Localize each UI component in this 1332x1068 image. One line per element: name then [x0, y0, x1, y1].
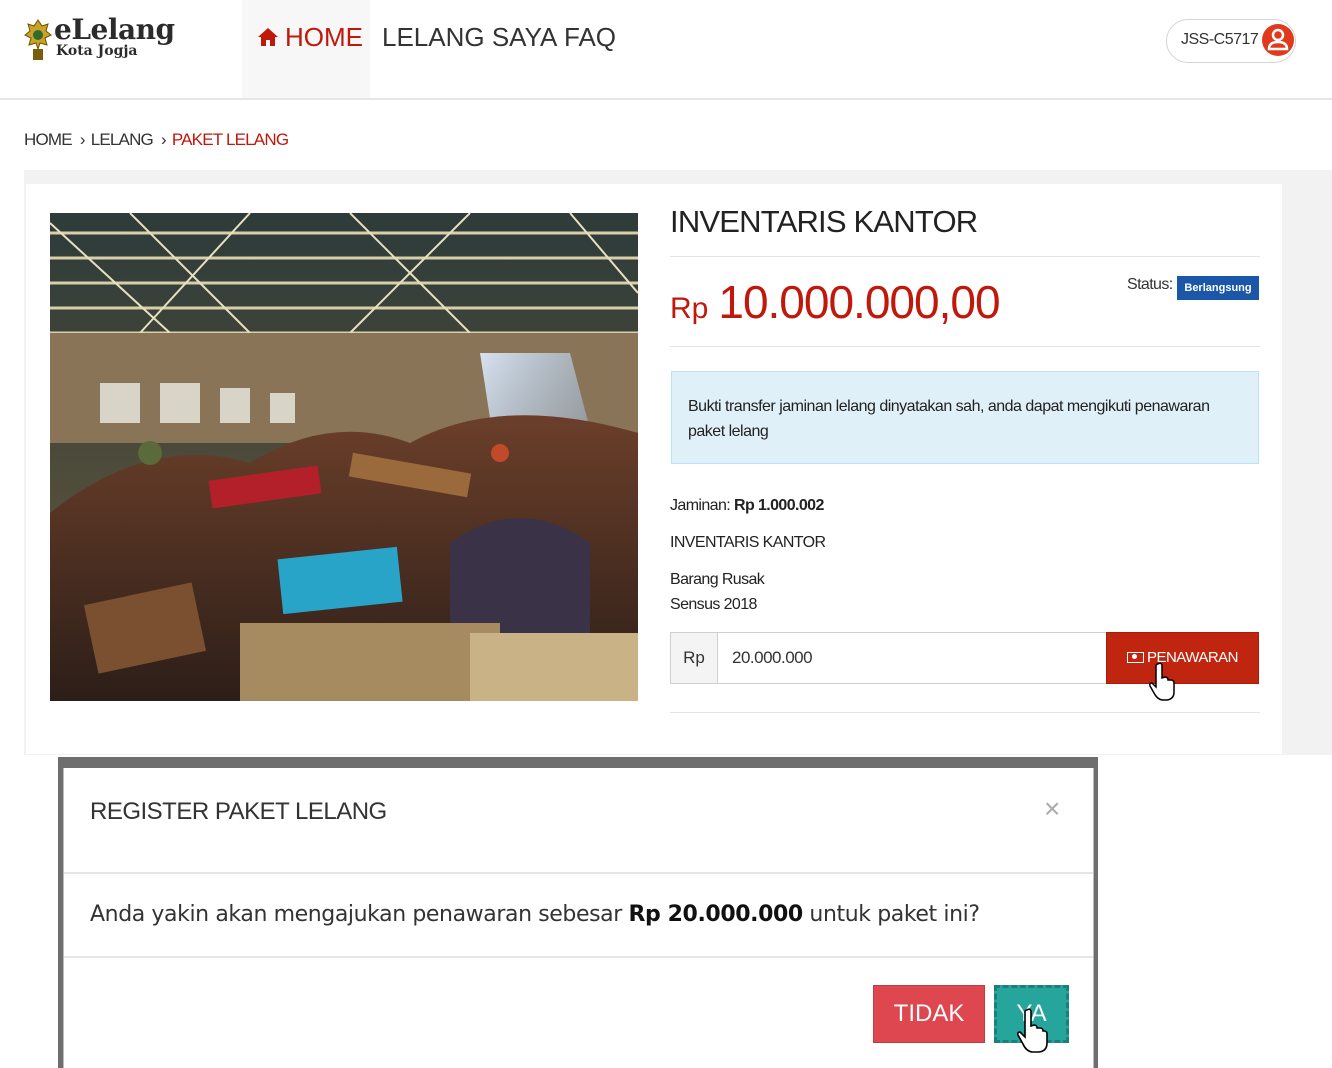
bid-currency-addon: Rp — [670, 632, 718, 684]
divider — [670, 346, 1260, 347]
nav-home-label: HOME — [285, 22, 363, 52]
status-badge: Berlangsung — [1177, 276, 1259, 300]
city-emblem-icon — [24, 19, 52, 60]
modal-message-prefix: Anda yakin akan mengajukan penawaran seb… — [90, 902, 629, 927]
product-name: INVENTARIS KANTOR — [670, 534, 826, 551]
jaminan-label: Jaminan: — [670, 497, 731, 514]
breadcrumb: HOME › LELANG › PAKET LELANG — [24, 130, 289, 150]
product-title: INVENTARIS KANTOR — [670, 204, 978, 239]
product-condition: Barang Rusak — [670, 571, 765, 588]
modal-title: REGISTER PAKET LELANG — [90, 798, 387, 825]
breadcrumb-separator: › — [79, 130, 86, 149]
site-logo[interactable]: eLelang Kota Jogja — [24, 13, 175, 66]
modal-message-suffix: untuk paket ini? — [802, 902, 980, 927]
modal-divider — [64, 956, 1093, 958]
jaminan-row: Jaminan: Rp 1.000.002 — [670, 497, 824, 515]
nav-lelang-saya[interactable]: LELANG SAYA — [382, 22, 557, 52]
breadcrumb-separator: › — [160, 130, 167, 149]
home-icon — [258, 28, 278, 46]
breadcrumb-current: PAKET LELANG — [171, 130, 289, 149]
breadcrumb-lelang[interactable]: LELANG — [91, 130, 154, 149]
logo-subtitle: Kota Jogja — [56, 43, 138, 59]
breadcrumb-home[interactable]: HOME — [24, 130, 73, 149]
divider — [670, 712, 1260, 713]
hand-pointer-cursor-icon — [1149, 662, 1175, 701]
penawaran-button[interactable]: PENAWARAN — [1106, 632, 1259, 684]
modal-divider — [64, 872, 1093, 874]
price-currency: Rp — [670, 292, 709, 325]
product-photo — [50, 213, 638, 701]
price-amount: 10.000.000,00 — [718, 276, 1000, 328]
money-icon — [1126, 652, 1144, 663]
hand-pointer-cursor-icon — [1016, 1008, 1048, 1053]
tidak-button[interactable]: TIDAK — [873, 985, 985, 1043]
info-alert: Bukti transfer jaminan lelang dinyatakan… — [671, 371, 1259, 464]
divider — [670, 256, 1260, 257]
status-label: Status: — [1127, 276, 1173, 293]
modal-message: Anda yakin akan mengajukan penawaran seb… — [90, 902, 980, 927]
close-icon[interactable]: × — [1044, 794, 1060, 824]
modal-message-amount: Rp 20.000.000 — [628, 902, 804, 927]
nav-home[interactable]: HOME — [257, 22, 363, 52]
user-code: JSS-C5717 — [1181, 31, 1259, 48]
nav-faq[interactable]: FAQ — [564, 22, 616, 52]
jaminan-value: Rp 1.000.002 — [733, 497, 824, 514]
confirm-modal: REGISTER PAKET LELANG × Anda yakin akan … — [63, 768, 1094, 1068]
logo-title: eLelang — [54, 13, 175, 46]
user-avatar-icon[interactable] — [1261, 18, 1295, 62]
alert-text: Bukti transfer jaminan lelang dinyatakan… — [688, 398, 1210, 440]
product-census: Sensus 2018 — [670, 596, 757, 613]
bid-amount-input[interactable] — [717, 632, 1107, 684]
navbar: eLelang Kota Jogja HOME LELANG SAYA FAQ … — [0, 0, 1332, 100]
product-price: Rp 10.000.000,00 — [670, 272, 1001, 344]
